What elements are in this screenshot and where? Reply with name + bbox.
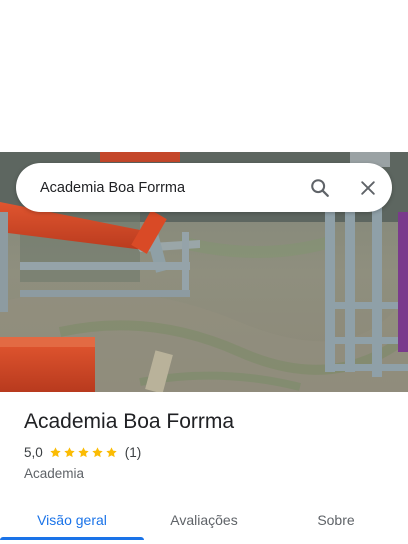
place-title: Academia Boa Forrma: [24, 410, 235, 433]
top-blank-area: [0, 0, 408, 152]
search-bar[interactable]: [16, 163, 392, 212]
close-icon: [361, 180, 375, 195]
star-icon: [92, 447, 103, 458]
star-icon: [106, 447, 117, 458]
place-category[interactable]: Academia: [24, 466, 84, 481]
search-input[interactable]: [40, 172, 296, 203]
search-icon: [311, 178, 329, 197]
place-info-panel: Academia Boa Forrma 5,0 (1) Academia Vis…: [0, 392, 408, 544]
clear-button[interactable]: [344, 164, 392, 212]
star-icon: [50, 447, 61, 458]
tab-reviews[interactable]: Avaliações: [144, 496, 264, 544]
rating-value: 5,0: [24, 445, 43, 460]
rating-row[interactable]: 5,0 (1): [24, 445, 141, 460]
tab-about-label: Sobre: [317, 512, 355, 528]
tab-overview[interactable]: Visão geral: [0, 496, 144, 544]
search-button[interactable]: [296, 164, 344, 212]
tab-overview-label: Visão geral: [37, 512, 107, 528]
star-icon: [78, 447, 89, 458]
place-tabs: Visão geral Avaliações Sobre: [0, 496, 408, 544]
review-count[interactable]: (1): [125, 445, 142, 460]
star-icon: [64, 447, 75, 458]
active-tab-indicator: [0, 537, 144, 540]
rating-stars: [49, 446, 119, 459]
tab-reviews-label: Avaliações: [170, 512, 238, 528]
tab-about[interactable]: Sobre: [264, 496, 408, 544]
